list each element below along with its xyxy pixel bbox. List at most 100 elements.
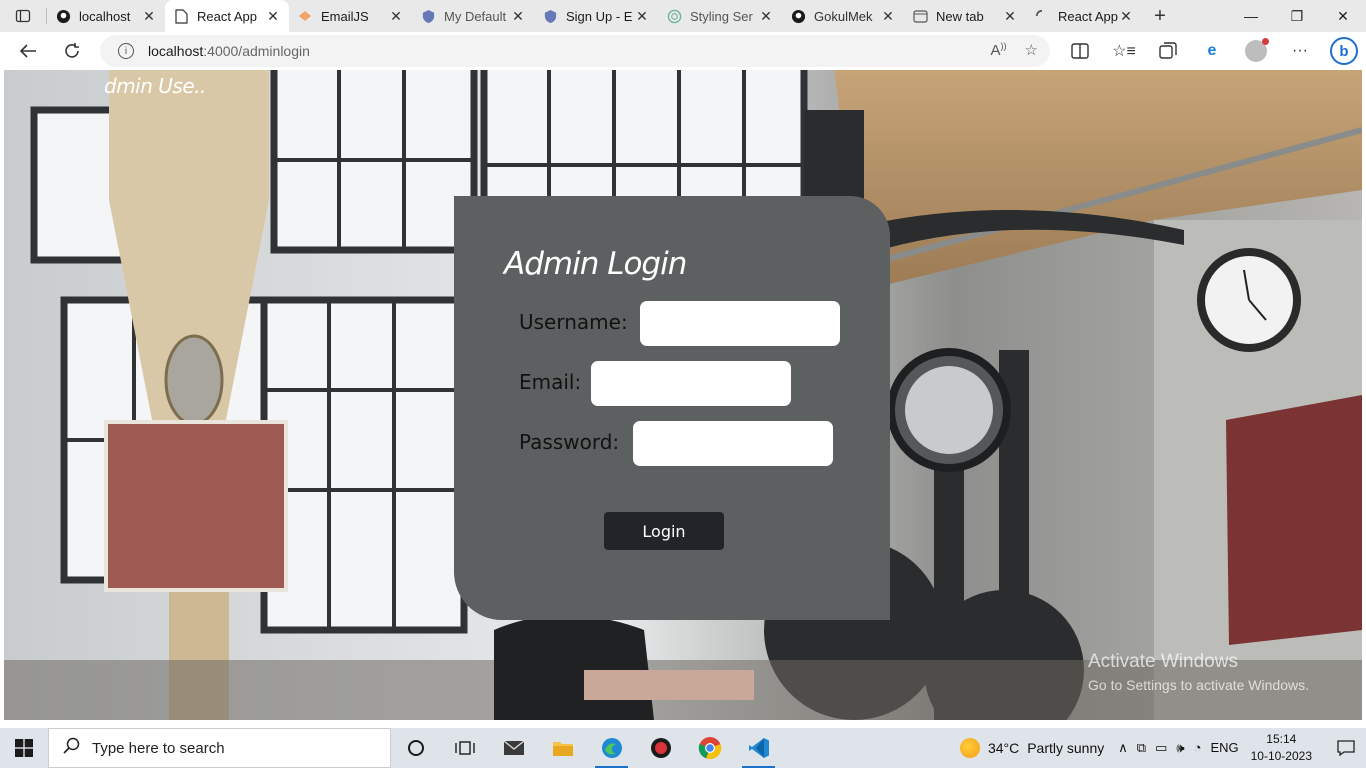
close-tab-icon[interactable]: ✕ [1002,8,1018,25]
minimize-icon[interactable]: — [1228,0,1274,32]
password-label: Password: [519,430,620,454]
tab-title: Styling Ser [690,8,753,24]
split-screen-icon[interactable] [1058,32,1102,70]
more-options-icon[interactable]: ··· [1278,32,1322,70]
edge-bar-icon[interactable]: e [1190,32,1234,70]
tab-title: React App [197,8,257,24]
tab-sign-up[interactable]: Sign Up - E ✕ [534,0,658,32]
globe-icon [666,8,682,24]
bing-icon[interactable]: b [1330,37,1358,65]
notifications-icon[interactable] [1326,740,1366,756]
close-tab-icon[interactable]: ✕ [510,8,526,25]
username-input[interactable] [640,301,840,346]
password-input[interactable] [633,421,833,466]
email-input[interactable] [591,361,791,406]
windows-start-icon[interactable] [0,728,48,768]
activate-windows-watermark: Activate Windows Go to Settings to activ… [1088,651,1309,693]
favorite-star-icon[interactable]: ☆ [1025,41,1038,59]
tab-react-app-loading[interactable]: React App ✕ [1026,0,1142,32]
tab-title: React App [1058,8,1118,24]
volume-icon[interactable]: 🕪 [1176,740,1184,756]
tab-actions-menu-icon[interactable] [0,0,46,32]
cortana-icon[interactable] [391,728,440,768]
tab-new-tab[interactable]: New tab ✕ [904,0,1026,32]
tab-title: EmailJS [321,8,369,24]
username-label: Username: [519,310,628,334]
search-icon [63,737,80,759]
brave-shield-icon[interactable] [636,728,685,768]
file-explorer-icon[interactable] [538,728,587,768]
loading-icon [1034,8,1050,24]
github-icon [790,8,806,24]
tab-gokulmek[interactable]: GokulMek ✕ [782,0,904,32]
clock[interactable]: 15:14 10-10-2023 [1251,731,1312,765]
close-tab-icon[interactable]: ✕ [141,8,157,25]
partly-sunny-icon [959,738,980,758]
tab-emailjs[interactable]: EmailJS ✕ [289,0,412,32]
chevron-up-icon[interactable]: ∧ [1118,740,1128,756]
edge-browser-icon[interactable] [587,728,636,768]
shield-icon [420,8,436,24]
welcome-text: dmin Use.. [104,74,206,98]
close-tab-icon[interactable]: ✕ [880,8,896,25]
vscode-icon[interactable] [734,728,783,768]
language-indicator[interactable]: ENG [1210,740,1238,756]
profile-avatar-wrap[interactable] [1234,32,1278,70]
github-icon [55,8,71,24]
close-tab-icon[interactable]: ✕ [1118,8,1134,25]
tab-title: localhost [79,8,131,24]
close-tab-icon[interactable]: ✕ [265,8,281,25]
collections-icon[interactable] [1146,32,1190,70]
battery-icon[interactable]: ▭ [1155,740,1167,756]
chrome-icon[interactable] [685,728,734,768]
clock-time: 15:14 [1266,732,1297,746]
window-controls: — ❐ ✕ [1228,0,1366,32]
watermark-title: Activate Windows [1088,651,1238,672]
admin-login-card: Admin Login Username: Email: Password: L… [454,196,890,620]
new-tab-plus-icon[interactable]: + [1142,5,1178,28]
windows-taskbar: Type here to search 34°C Partly sunny ∧ … [0,728,1366,768]
close-tab-icon[interactable]: ✕ [388,8,404,25]
weather-temp: 34°C [987,740,1020,756]
tab-title: My Default [444,8,507,24]
clock-date: 10-10-2023 [1250,749,1312,763]
wifi-icon[interactable]: ◔ [1194,740,1202,756]
shield-icon [542,8,558,24]
page-viewport: dmin Use.. Admin Login Username: Email: … [4,70,1362,720]
page-icon [173,8,189,24]
tab-title: New tab [936,8,984,24]
tab-my-default[interactable]: My Default ✕ [412,0,534,32]
close-window-icon[interactable]: ✕ [1320,0,1366,32]
restore-icon[interactable]: ❐ [1274,0,1320,32]
avatar[interactable] [1245,38,1269,62]
browser-tab-strip: localhost ✕ React App ✕ EmailJS ✕ My Def… [0,0,1366,32]
task-view-icon[interactable] [440,728,489,768]
login-button[interactable]: Login [604,512,724,550]
address-bar[interactable]: i localhost:4000/adminlogin A)) ☆ [100,35,1050,67]
tab-title: Sign Up - E [566,8,633,24]
url-host: localhost [148,43,204,59]
weather-widget[interactable]: 34°C Partly sunny [959,738,1105,758]
refresh-icon[interactable] [50,32,94,70]
newtab-icon [912,8,928,24]
tab-localhost[interactable]: localhost ✕ [47,0,165,32]
form-title: Admin Login [504,246,687,282]
emailjs-icon [297,8,313,24]
tab-styling[interactable]: Styling Ser ✕ [658,0,782,32]
watermark-subtitle: Go to Settings to activate Windows. [1088,677,1309,693]
network-usb-icon[interactable]: ⧉ [1137,740,1146,756]
mail-icon[interactable] [489,728,538,768]
url-path: :4000/adminlogin [203,43,310,59]
tab-title: GokulMek [814,8,873,24]
taskbar-search-box[interactable]: Type here to search [48,728,391,768]
tab-react-app-active[interactable]: React App ✕ [165,0,289,32]
read-aloud-icon[interactable]: A)) [991,41,1007,59]
weather-desc: Partly sunny [1027,740,1105,756]
close-tab-icon[interactable]: ✕ [634,8,650,25]
bing-copilot-wrap[interactable]: b [1322,32,1366,70]
system-tray: 34°C Partly sunny ∧ ⧉ ▭ 🕪 ◔ ENG 15:14 10… [959,728,1366,768]
site-info-icon[interactable]: i [118,43,134,59]
close-tab-icon[interactable]: ✕ [758,8,774,25]
favorites-icon[interactable]: ☆≡ [1102,32,1146,70]
back-arrow-icon[interactable] [6,32,50,70]
